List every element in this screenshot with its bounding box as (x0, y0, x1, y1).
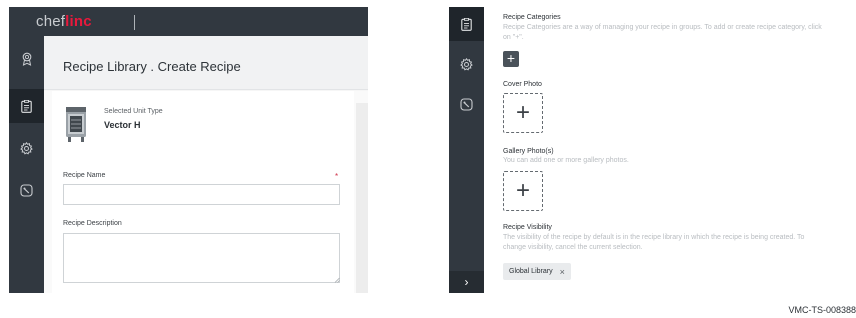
recipe-doc-icon[interactable] (449, 7, 484, 41)
recipe-categories-label: Recipe Categories (503, 14, 561, 21)
recipe-categories-help: Recipe Categories are a way of managing … (503, 24, 822, 41)
gallery-photos-label: Gallery Photo(s) (503, 148, 554, 155)
award-icon[interactable] (9, 42, 44, 76)
recipe-name-input[interactable] (63, 184, 340, 205)
page-title: Recipe Library . Create Recipe (63, 59, 241, 74)
tag-icon[interactable] (9, 173, 44, 207)
visibility-chip-label: Global Library (509, 268, 553, 275)
right-sidebar: › (449, 7, 484, 293)
reference-code: VMC-TS-008388 (788, 305, 856, 315)
remove-visibility-icon[interactable]: × (560, 267, 565, 277)
create-recipe-form-area: Selected Unit Type Vector H Recipe Name … (44, 91, 368, 293)
oven-unit-image (63, 105, 89, 143)
chef-linc-logo[interactable]: cheflinc (36, 13, 92, 30)
add-category-button[interactable]: + (503, 51, 519, 67)
gear-icon[interactable] (449, 47, 484, 81)
logo-divider (134, 15, 135, 30)
unit-type-caption: Selected Unit Type (104, 108, 163, 115)
resize-grip-icon[interactable] (334, 277, 340, 283)
gallery-photo-upload[interactable]: + (503, 171, 543, 211)
recipe-visibility-label: Recipe Visibility (503, 224, 552, 231)
logo-prefix: chef (36, 13, 66, 30)
recipe-name-label: Recipe Name (63, 172, 106, 179)
right-screen: › Recipe Categories Recipe Categories ar… (449, 7, 849, 293)
cover-photo-label: Cover Photo (503, 81, 542, 88)
recipe-description-textarea[interactable] (63, 233, 340, 283)
required-mark: * (335, 172, 339, 181)
visibility-chip: Global Library × (503, 263, 571, 280)
screenshot-root: cheflinc Recipe Library . Create Recipe (0, 0, 856, 318)
top-bar: cheflinc (9, 7, 368, 36)
form-scrollbar[interactable] (356, 103, 368, 293)
recipe-visibility-help: The visibility of the recipe by default … (503, 234, 805, 251)
expand-sidebar-button[interactable]: › (449, 271, 484, 293)
left-screen: cheflinc Recipe Library . Create Recipe (9, 7, 368, 293)
create-recipe-card: Selected Unit Type Vector H Recipe Name … (52, 91, 354, 293)
recipe-description-label: Recipe Description (63, 220, 122, 227)
cover-photo-upload[interactable]: + (503, 93, 543, 133)
recipe-doc-icon[interactable] (9, 89, 44, 123)
page-header: Recipe Library . Create Recipe (44, 36, 368, 90)
unit-type-name: Vector H (104, 120, 141, 130)
left-sidebar (9, 36, 44, 293)
gallery-photos-help: You can add one or more gallery photos. (503, 157, 629, 164)
tag-icon[interactable] (449, 87, 484, 121)
gear-icon[interactable] (9, 131, 44, 165)
logo-brand: linc (65, 13, 92, 30)
recipe-details-panel: Recipe Categories Recipe Categories are … (484, 7, 849, 293)
